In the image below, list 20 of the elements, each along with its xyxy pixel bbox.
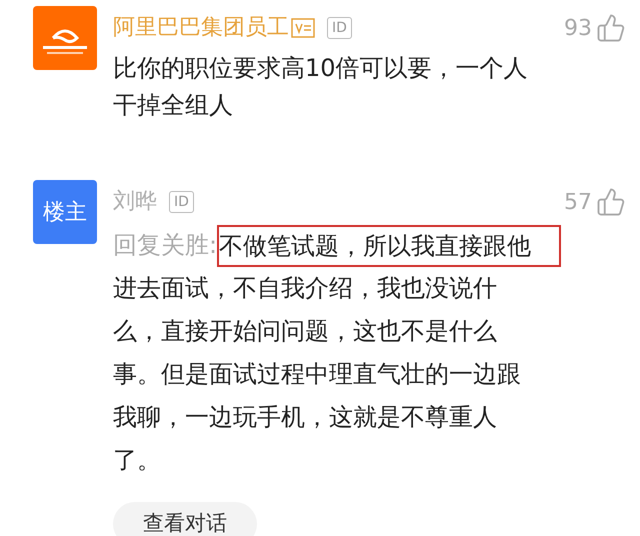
author-name: 阿里巴巴集团员工: [113, 17, 289, 39]
logo-avatar: [33, 6, 97, 70]
id-badge: ID: [327, 17, 352, 39]
like-count: 57: [564, 188, 592, 216]
comment-text: 了。: [113, 445, 161, 476]
comment-text: 事。但是面试过程中理直气壮的一边跟: [113, 359, 521, 390]
comment-text: 么，直接开始问问题，这也不是什么: [113, 316, 497, 347]
thumbs-up-icon[interactable]: [596, 187, 626, 217]
author-name: 刘晔: [113, 191, 157, 213]
view-conversation-button[interactable]: 查看对话: [113, 502, 257, 536]
comment-text: 进去面试，不自我介绍，我也没说什: [113, 273, 497, 304]
comment-text: 我聊，一边玩手机，这就是不尊重人: [113, 402, 497, 433]
id-badge: ID: [169, 191, 194, 213]
thumbs-up-icon[interactable]: [596, 13, 626, 43]
comment-text: 干掉全组人: [113, 90, 233, 121]
avatar: 楼主: [33, 180, 97, 244]
like-count: 93: [564, 14, 592, 42]
comment-text: 比你的职位要求高10倍可以要，一个人: [113, 53, 528, 84]
highlighted-text: 不做笔试题，所以我直接跟他: [217, 224, 562, 266]
reply-prefix: 回复关胜:: [113, 230, 218, 261]
